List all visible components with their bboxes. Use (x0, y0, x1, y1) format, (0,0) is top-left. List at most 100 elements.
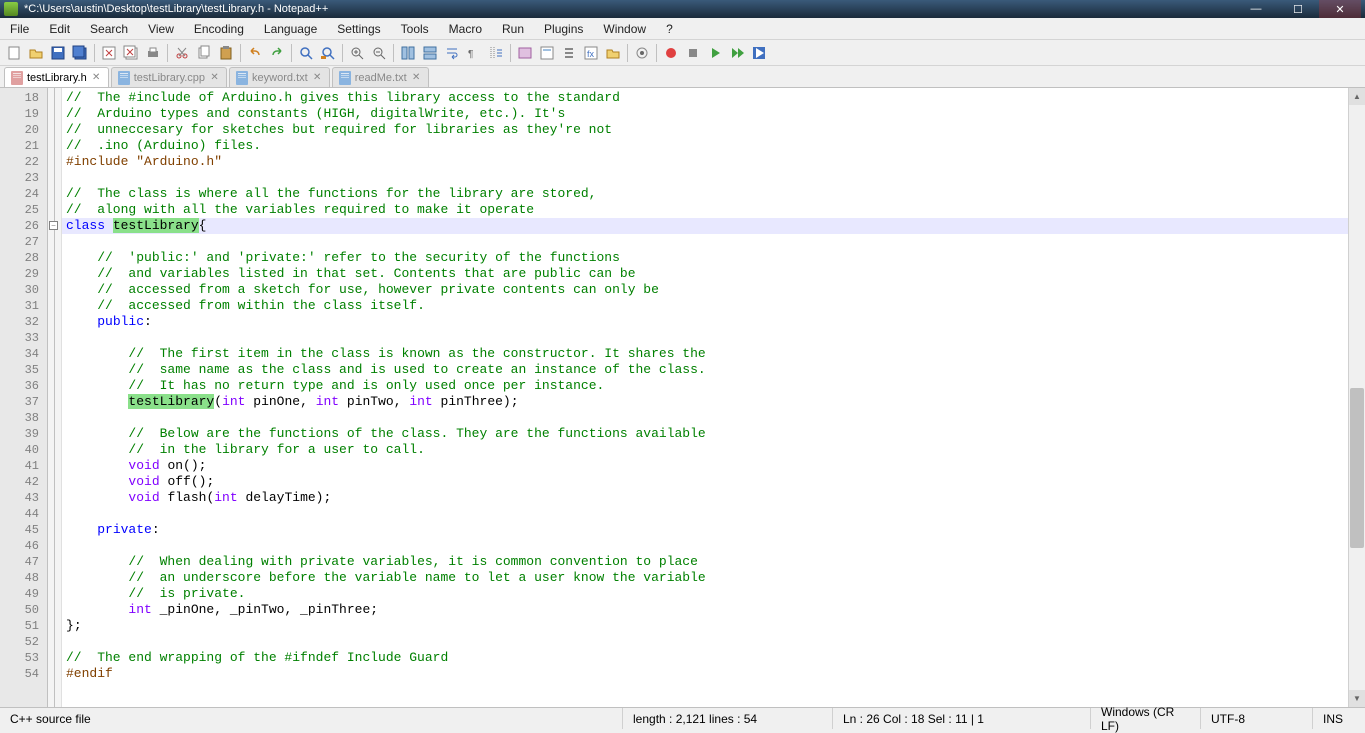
fold-toggle[interactable]: − (49, 221, 58, 230)
code-line[interactable]: // same name as the class and is used to… (62, 362, 1365, 378)
replace-icon[interactable] (318, 43, 338, 63)
code-line[interactable] (62, 538, 1365, 554)
code-line[interactable]: void on(); (62, 458, 1365, 474)
code-line[interactable]: // When dealing with private variables, … (62, 554, 1365, 570)
menu-language[interactable]: Language (254, 19, 327, 39)
lang-udl-icon[interactable] (515, 43, 535, 63)
code-line[interactable]: void flash(int delayTime); (62, 490, 1365, 506)
code-line[interactable]: // Arduino types and constants (HIGH, di… (62, 106, 1365, 122)
open-file-icon[interactable] (26, 43, 46, 63)
word-wrap-icon[interactable] (442, 43, 462, 63)
doc-list-icon[interactable] (559, 43, 579, 63)
save-icon[interactable] (48, 43, 68, 63)
menu-run[interactable]: Run (492, 19, 534, 39)
play-multi-icon[interactable] (727, 43, 747, 63)
code-line[interactable]: // .ino (Arduino) files. (62, 138, 1365, 154)
menu-help[interactable]: ? (656, 19, 683, 39)
menu-edit[interactable]: Edit (39, 19, 80, 39)
all-chars-icon[interactable]: ¶ (464, 43, 484, 63)
indent-guide-icon[interactable] (486, 43, 506, 63)
code-line[interactable]: class testLibrary{ (62, 218, 1365, 234)
maximize-button[interactable]: ☐ (1277, 0, 1319, 18)
code-line[interactable] (62, 634, 1365, 650)
save-macro-icon[interactable] (749, 43, 769, 63)
code-line[interactable]: int _pinOne, _pinTwo, _pinThree; (62, 602, 1365, 618)
close-button[interactable]: ✕ (1319, 0, 1361, 18)
code-line[interactable]: // Below are the functions of the class.… (62, 426, 1365, 442)
close-all-icon[interactable] (121, 43, 141, 63)
print-icon[interactable] (143, 43, 163, 63)
monitor-icon[interactable] (632, 43, 652, 63)
code-line[interactable]: // 'public:' and 'private:' refer to the… (62, 250, 1365, 266)
cut-icon[interactable] (172, 43, 192, 63)
close-tab-icon[interactable]: ✕ (411, 72, 422, 83)
code-line[interactable]: // The end wrapping of the #ifndef Inclu… (62, 650, 1365, 666)
zoom-out-icon[interactable] (369, 43, 389, 63)
stop-icon[interactable] (683, 43, 703, 63)
code-line[interactable]: void off(); (62, 474, 1365, 490)
menu-settings[interactable]: Settings (327, 19, 390, 39)
doc-map-icon[interactable] (537, 43, 557, 63)
code-line[interactable]: testLibrary(int pinOne, int pinTwo, int … (62, 394, 1365, 410)
code-line[interactable]: // The #include of Arduino.h gives this … (62, 90, 1365, 106)
code-line[interactable]: // unneccesary for sketches but required… (62, 122, 1365, 138)
sync-v-icon[interactable] (398, 43, 418, 63)
new-file-icon[interactable] (4, 43, 24, 63)
close-tab-icon[interactable]: ✕ (312, 72, 323, 83)
code-line[interactable]: // an underscore before the variable nam… (62, 570, 1365, 586)
code-line[interactable]: // along with all the variables required… (62, 202, 1365, 218)
menu-search[interactable]: Search (80, 19, 138, 39)
tab-keyword-txt[interactable]: keyword.txt✕ (229, 67, 330, 87)
menu-window[interactable]: Window (593, 19, 656, 39)
tab-testLibrary-h[interactable]: testLibrary.h✕ (4, 67, 109, 87)
close-tab-icon[interactable]: ✕ (209, 72, 220, 83)
code-line[interactable]: // The first item in the class is known … (62, 346, 1365, 362)
code-line[interactable] (62, 506, 1365, 522)
code-line[interactable]: #endif (62, 666, 1365, 682)
code-line[interactable]: // accessed from within the class itself… (62, 298, 1365, 314)
code-area[interactable]: // The #include of Arduino.h gives this … (62, 88, 1365, 707)
menu-view[interactable]: View (138, 19, 184, 39)
copy-icon[interactable] (194, 43, 214, 63)
scroll-down-button[interactable]: ▼ (1349, 690, 1365, 707)
line-number: 29 (0, 266, 47, 282)
save-all-icon[interactable] (70, 43, 90, 63)
scroll-thumb[interactable] (1350, 388, 1364, 548)
minimize-button[interactable]: — (1235, 0, 1277, 18)
menu-plugins[interactable]: Plugins (534, 19, 593, 39)
paste-icon[interactable] (216, 43, 236, 63)
redo-icon[interactable] (267, 43, 287, 63)
vertical-scrollbar[interactable]: ▲ ▼ (1348, 88, 1365, 707)
code-line[interactable]: // It has no return type and is only use… (62, 378, 1365, 394)
code-line[interactable] (62, 410, 1365, 426)
close-file-icon[interactable] (99, 43, 119, 63)
code-line[interactable]: }; (62, 618, 1365, 634)
tab-readMe-txt[interactable]: readMe.txt✕ (332, 67, 429, 87)
code-line[interactable]: // is private. (62, 586, 1365, 602)
menu-macro[interactable]: Macro (439, 19, 492, 39)
code-line[interactable]: // accessed from a sketch for use, howev… (62, 282, 1365, 298)
scroll-up-button[interactable]: ▲ (1349, 88, 1365, 105)
record-icon[interactable] (661, 43, 681, 63)
sync-h-icon[interactable] (420, 43, 440, 63)
menu-file[interactable]: File (0, 19, 39, 39)
code-line[interactable]: private: (62, 522, 1365, 538)
func-list-icon[interactable]: fx (581, 43, 601, 63)
menu-tools[interactable]: Tools (391, 19, 439, 39)
code-line[interactable]: #include "Arduino.h" (62, 154, 1365, 170)
code-line[interactable] (62, 170, 1365, 186)
zoom-in-icon[interactable] (347, 43, 367, 63)
code-line[interactable]: // in the library for a user to call. (62, 442, 1365, 458)
menu-encoding[interactable]: Encoding (184, 19, 254, 39)
play-icon[interactable] (705, 43, 725, 63)
code-line[interactable]: // and variables listed in that set. Con… (62, 266, 1365, 282)
code-line[interactable]: public: (62, 314, 1365, 330)
undo-icon[interactable] (245, 43, 265, 63)
close-tab-icon[interactable]: ✕ (91, 72, 102, 83)
find-icon[interactable] (296, 43, 316, 63)
code-line[interactable] (62, 330, 1365, 346)
folder-icon[interactable] (603, 43, 623, 63)
code-line[interactable]: // The class is where all the functions … (62, 186, 1365, 202)
code-line[interactable] (62, 234, 1365, 250)
tab-testLibrary-cpp[interactable]: testLibrary.cpp✕ (111, 67, 227, 87)
